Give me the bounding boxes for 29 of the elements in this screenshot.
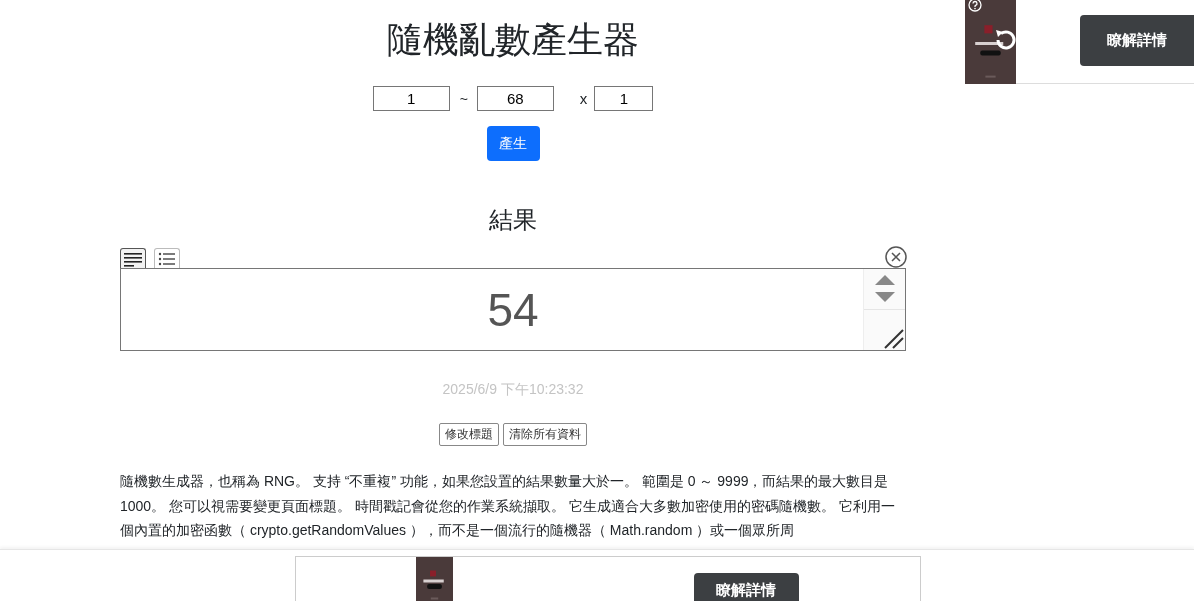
generate-button[interactable]: 產生 xyxy=(486,126,540,161)
clear-data-button[interactable]: 清除所有資料 xyxy=(503,423,587,446)
result-output[interactable]: 54 xyxy=(120,268,906,351)
count-field[interactable]: 1 xyxy=(594,86,654,111)
up-arrow-icon xyxy=(873,274,896,286)
min-field[interactable]: 1 xyxy=(372,86,450,111)
paragraph-icon xyxy=(123,250,143,268)
timestamp: 2025/6/9 下午10:23:32 xyxy=(442,381,584,399)
edit-title-button[interactable]: 修改標題 xyxy=(439,423,499,446)
page-title: 隨機亂數產生器 xyxy=(387,18,639,62)
resize-grip-icon xyxy=(883,328,905,350)
scroll-up-button[interactable] xyxy=(873,274,896,286)
list-icon xyxy=(157,250,177,268)
learn-more-button[interactable]: 瞭解詳情 xyxy=(1080,15,1194,66)
result-heading: 結果 xyxy=(489,205,537,235)
close-icon xyxy=(885,246,907,268)
text-view-button[interactable] xyxy=(120,248,146,268)
result-number: 54 xyxy=(487,282,539,337)
close-button[interactable] xyxy=(885,246,907,268)
down-arrow-icon xyxy=(873,291,896,303)
range-separator: ~ xyxy=(459,90,468,107)
scroll-down-button[interactable] xyxy=(873,291,896,303)
resize-handle[interactable] xyxy=(864,309,905,350)
learn-more-button[interactable]: 瞭解詳情 xyxy=(693,573,799,601)
description-paragraph: 隨機數生成器，也稱為 RNG。 支持 “不重複” 功能，如果您設置的結果數量大於一。 範圍是 0 ～ 9999，而結果的最大數目是 1000。 您可以視需要變更頁面標題。 時間戳記會從您的作業系統擷取。 它生成適合大多數加密使用的密碼隨機數。 它利用一個內置的加密函數（ crypto.getRandomValues ），而不是一個流行的隨機器（ Math.random ）或一個眾所周 xyxy=(120,472,896,540)
max-field[interactable]: 68 xyxy=(476,86,554,111)
help-icon xyxy=(968,0,982,12)
list-view-button[interactable] xyxy=(154,248,180,268)
times-label: x xyxy=(579,90,588,107)
